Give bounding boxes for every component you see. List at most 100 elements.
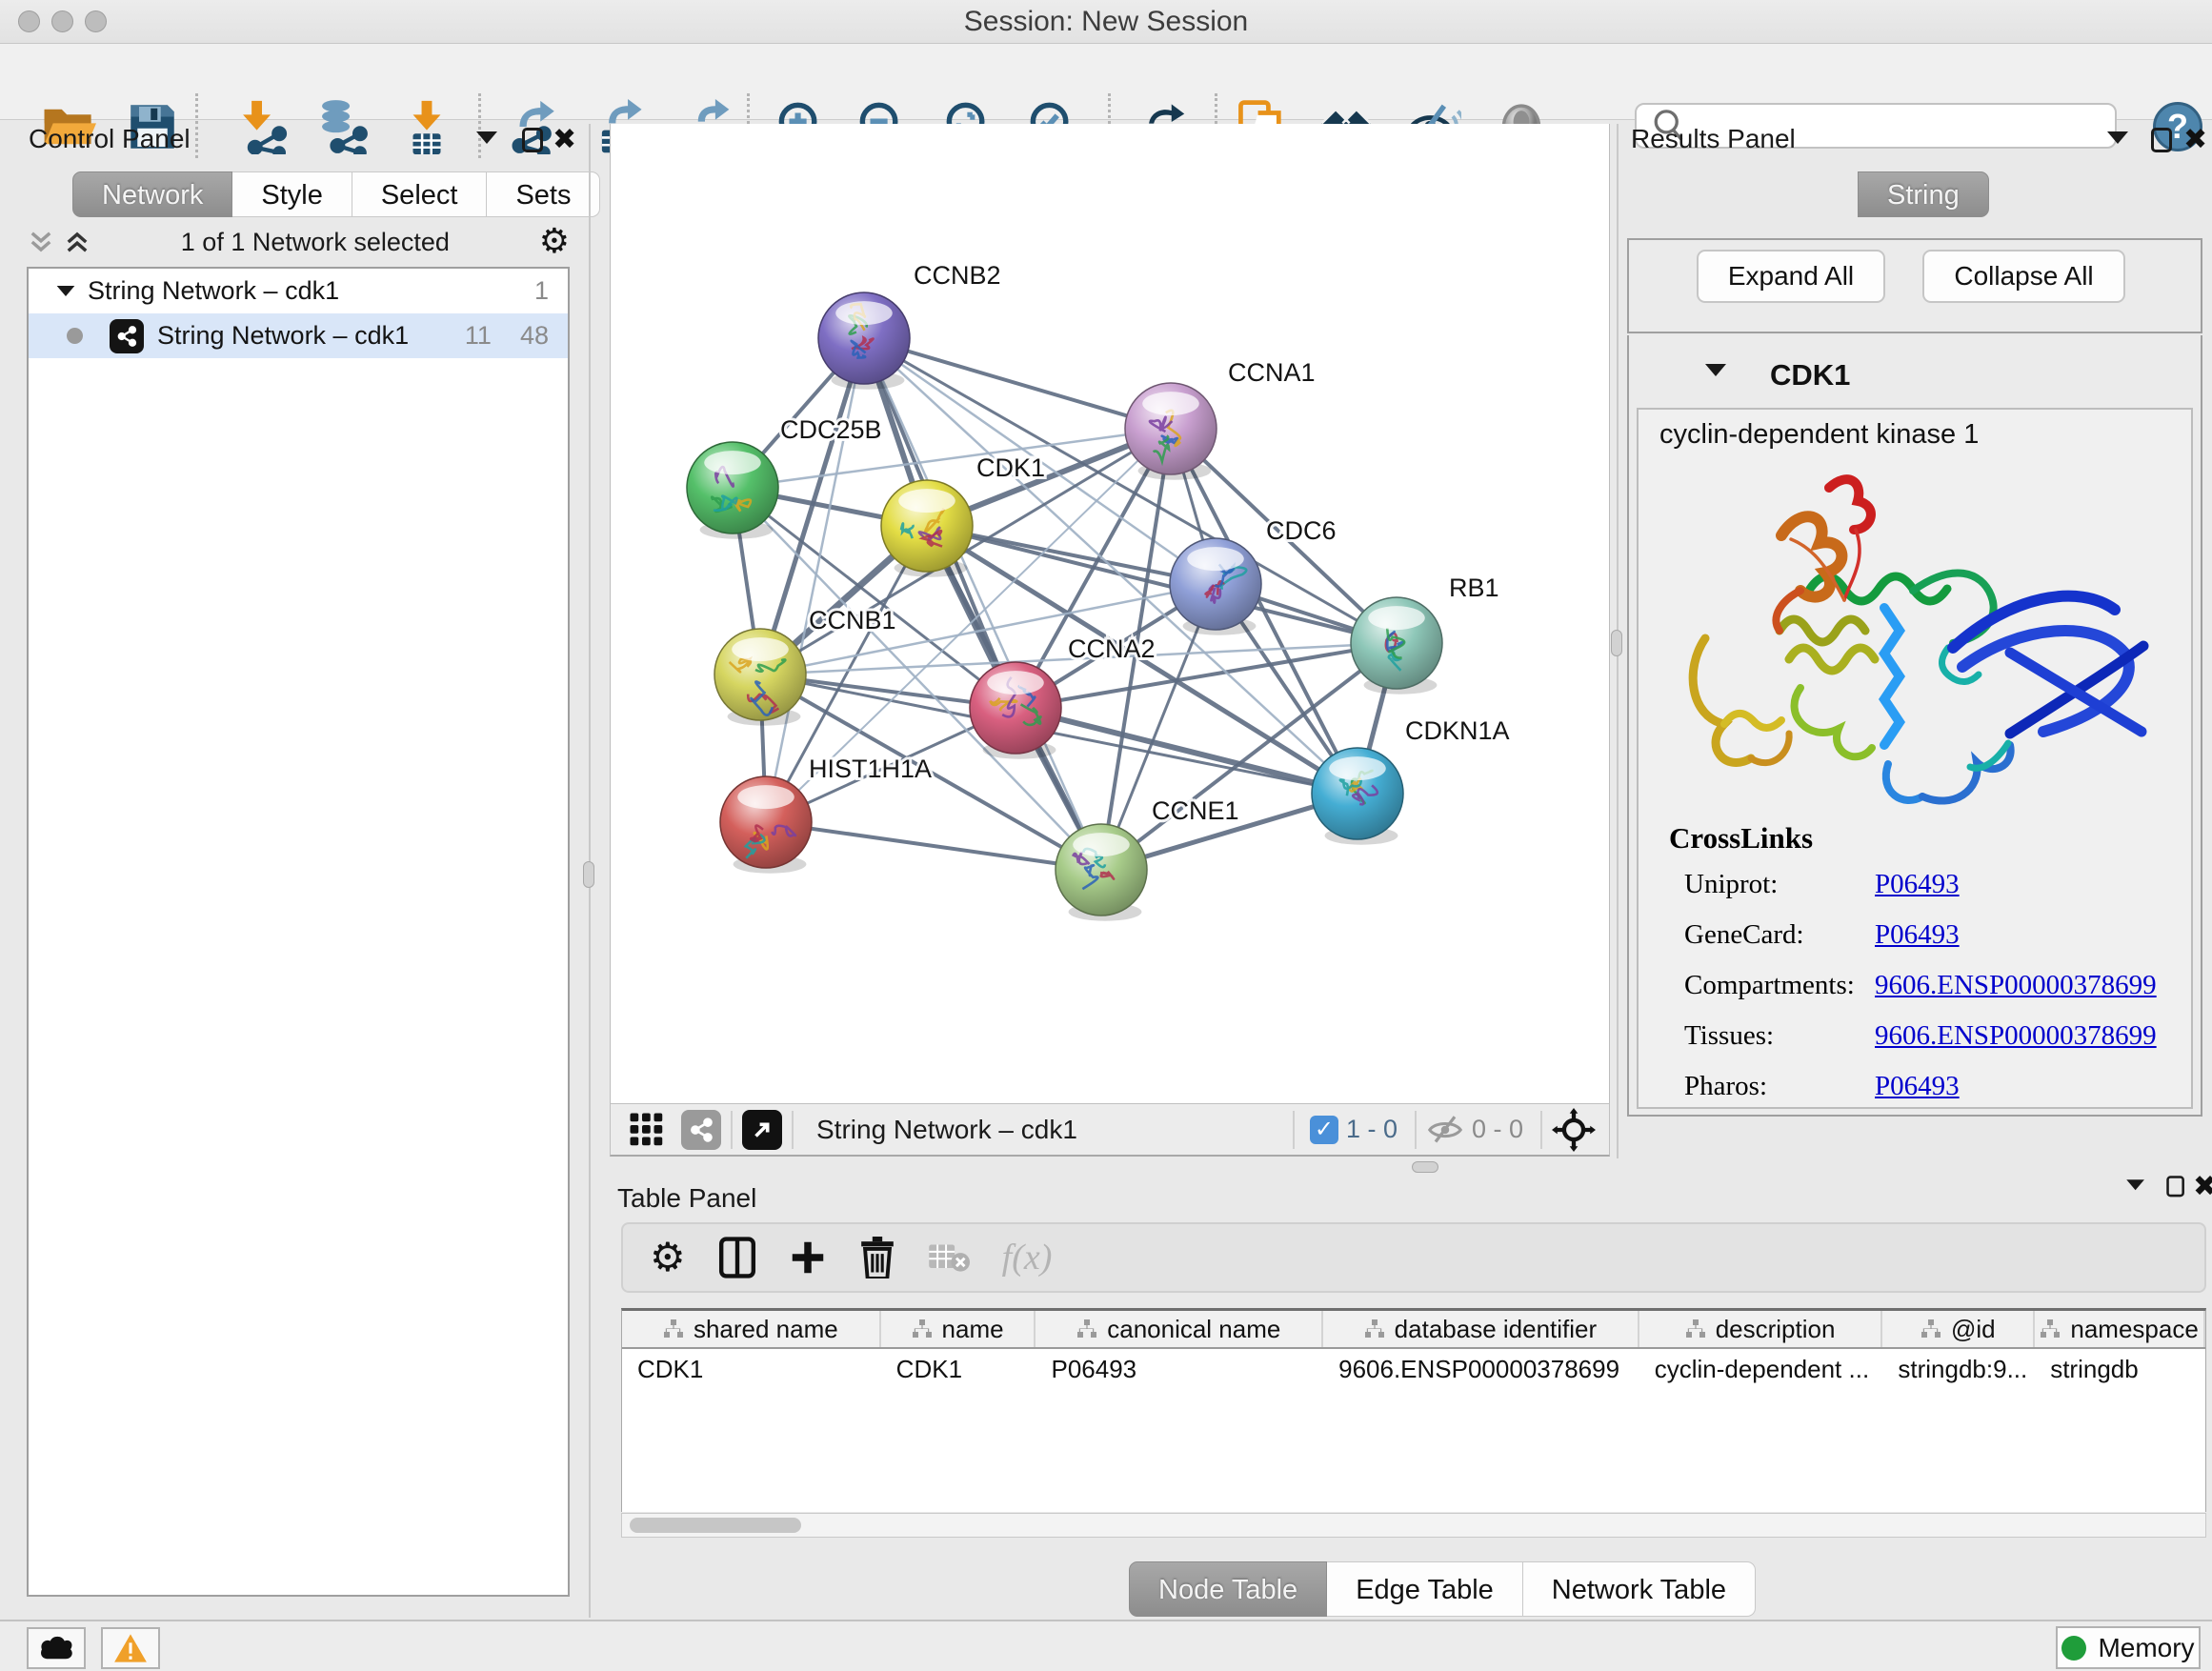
node-label-CCNB1: CCNB1 [809,606,896,634]
table-horizontal-scrollbar[interactable] [621,1513,2206,1538]
network-edge-count: 48 [520,321,549,351]
tab-sets[interactable]: Sets [487,171,600,217]
left-splitter-handle[interactable] [583,861,594,888]
node-CCNE1[interactable]: CCNE1 [1056,796,1239,921]
crosslink-link[interactable]: 9606.ENSP00000378699 [1875,1020,2157,1052]
control-panel-close-icon[interactable]: ✖ [553,126,581,154]
tree-expand-icon[interactable] [55,285,88,297]
edge-CCNB2-CCNA1[interactable] [864,338,1171,429]
table-options-gear-icon[interactable]: ⚙ [650,1240,686,1275]
column-label: name [942,1315,1004,1344]
crosslink-label: Pharos: [1684,1071,1767,1101]
node-CDKN1A[interactable]: CDKN1A [1312,716,1510,845]
birds-eye-view-icon[interactable] [1552,1108,1596,1152]
node-RB1[interactable]: RB1 [1351,574,1499,695]
network-collection-row[interactable]: String Network – cdk1 1 [29,269,568,313]
table-body: CDK1CDK1P064939606.ENSP00000378699cyclin… [622,1349,2205,1389]
node-label-CDK1: CDK1 [976,453,1045,482]
tab-network-table[interactable]: Network Table [1523,1561,1756,1617]
table-cell: CDK1 [881,1349,1036,1389]
table-panel-close-icon[interactable]: ✖ [2193,1173,2212,1201]
node-CDC25B[interactable]: CDC25B [687,415,882,539]
add-column-icon[interactable] [789,1238,827,1277]
section-collapse-icon[interactable] [1705,364,1734,393]
hidden-eye-slash-icon[interactable] [1426,1114,1464,1146]
table-row[interactable]: CDK1CDK1P064939606.ENSP00000378699cyclin… [622,1349,2205,1389]
section-title: CDK1 [1770,358,1850,393]
tab-select[interactable]: Select [352,171,488,217]
network-list-header: 1 of 1 Network selected ⚙ [27,221,570,263]
right-splitter-handle[interactable] [1611,630,1622,656]
control-panel-tabs: NetworkStyleSelectSets [72,171,600,217]
canvas-bar-separator [731,1111,733,1149]
results-panel-float-icon[interactable] [2151,128,2180,156]
crosslink-link[interactable]: P06493 [1875,919,1960,951]
node-CDC6[interactable]: CDC6 [1170,516,1337,635]
table-cell: cyclin-dependent ... [1639,1349,1883,1389]
node-label-CCNB2: CCNB2 [914,261,1001,290]
collection-label: String Network – cdk1 [88,276,534,306]
canvas-bar-separator [1540,1111,1542,1149]
results-panel-menu-icon[interactable] [2107,131,2136,160]
hidden-node-edge-count: 0 - 0 [1464,1115,1531,1144]
detach-view-icon[interactable] [742,1110,782,1150]
collapse-all-icon[interactable] [27,230,55,254]
results-panel-close-icon[interactable]: ✖ [2183,126,2212,154]
memory-button[interactable]: Memory [2056,1626,2201,1669]
cloud-status-button[interactable] [27,1627,86,1669]
edge-CCNB2-CCNE1[interactable] [864,338,1101,870]
tab-style[interactable]: Style [232,171,352,217]
node-CCNA1[interactable]: CCNA1 [1125,358,1316,480]
node-HIST1H1A[interactable]: HIST1H1A [720,755,932,874]
control-panel-menu-icon[interactable] [476,131,505,160]
column-header-namespace[interactable]: namespace [2035,1311,2205,1347]
column-header-database-identifier[interactable]: database identifier [1323,1311,1639,1347]
network-view-toolbar: String Network – cdk1 ✓ 1 - 0 0 - 0 [610,1103,1610,1157]
column-type-icon [2040,1319,2061,1339]
column-type-icon [912,1319,933,1339]
memory-label: Memory [2098,1633,2194,1663]
control-panel-float-icon[interactable] [522,128,551,156]
delete-column-icon[interactable] [859,1237,895,1278]
crosslink-link[interactable]: P06493 [1875,1071,1960,1102]
tab-string[interactable]: String [1858,171,1989,217]
network-options-gear-icon[interactable]: ⚙ [539,225,570,259]
canvas-bar-separator [1293,1111,1295,1149]
network-label: String Network – cdk1 [157,321,465,351]
table-cell: P06493 [1036,1349,1323,1389]
table-panel-float-icon[interactable] [2166,1176,2191,1200]
crosslink-link[interactable]: P06493 [1875,869,1960,900]
table-panel-menu-icon[interactable] [2126,1179,2151,1204]
function-builder-icon-disabled: f(x) [1002,1237,1053,1278]
node-label-CDC6: CDC6 [1266,516,1337,545]
edge-CCNE1-HIST1H1A[interactable] [766,822,1101,870]
network-row[interactable]: String Network – cdk1 11 48 [29,313,568,358]
column-header-description[interactable]: description [1639,1311,1883,1347]
selected-node-edge-count: 1 - 0 [1338,1115,1405,1144]
column-header-shared-name[interactable]: shared name [622,1311,881,1347]
column-header-name[interactable]: name [881,1311,1036,1347]
titlebar: Session: New Session [0,0,2212,44]
column-header-canonical-name[interactable]: canonical name [1036,1311,1323,1347]
node-label-HIST1H1A: HIST1H1A [809,755,932,783]
tab-network[interactable]: Network [72,171,232,217]
crosslink-link[interactable]: 9606.ENSP00000378699 [1875,970,2157,1001]
main-toolbar: ? [0,44,2212,120]
expand-all-button[interactable]: Expand All [1697,250,1885,303]
tab-node-table[interactable]: Node Table [1129,1561,1327,1617]
expand-all-icon[interactable] [63,230,91,254]
node-label-CDKN1A: CDKN1A [1405,716,1510,745]
collapse-all-button[interactable]: Collapse All [1922,250,2125,303]
scrollbar-thumb[interactable] [630,1518,801,1533]
selected-checkbox-icon[interactable]: ✓ [1310,1116,1338,1144]
warnings-button[interactable] [101,1627,160,1669]
bottom-splitter-handle[interactable] [1412,1161,1438,1173]
tab-edge-table[interactable]: Edge Table [1327,1561,1523,1617]
column-label: canonical name [1107,1315,1280,1344]
column-label: @id [1951,1315,1996,1344]
grid-view-icon[interactable] [628,1111,666,1149]
network-view-icon[interactable] [681,1110,721,1150]
show-columns-icon[interactable] [718,1237,756,1278]
column-header-@id[interactable]: @id [1882,1311,2035,1347]
network-view-canvas[interactable]: CCNB2CCNA1CDC25BCDK1CDC6RB1CCNB1CCNA2CDK… [610,124,1610,1103]
